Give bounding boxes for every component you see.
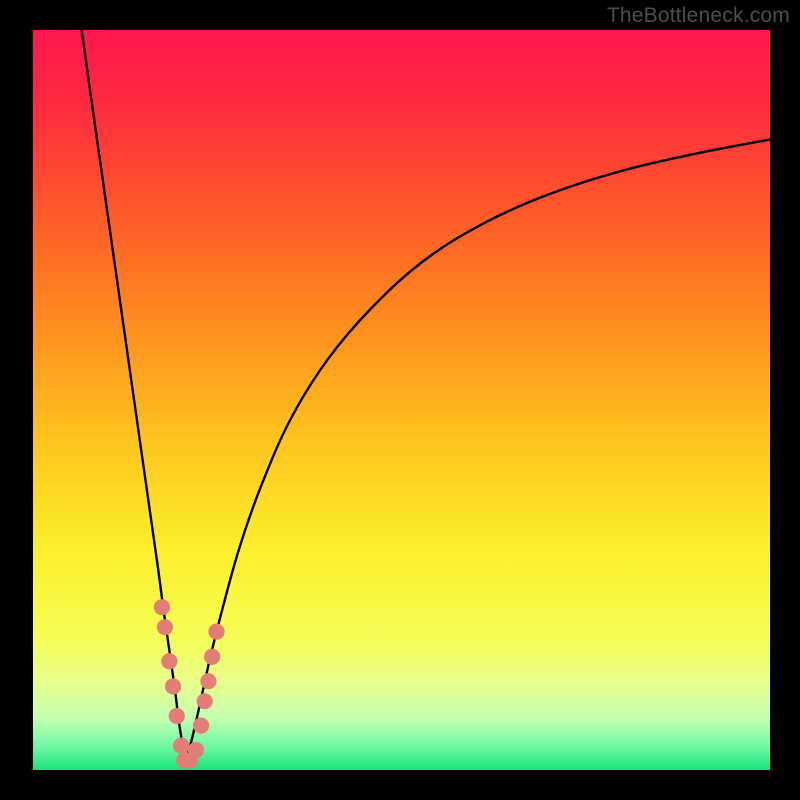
data-marker [161, 653, 177, 669]
data-marker [157, 619, 173, 635]
data-marker [204, 649, 220, 665]
chart-frame: TheBottleneck.com [0, 0, 800, 800]
plot-area [33, 30, 770, 770]
data-marker [193, 717, 209, 733]
data-marker [208, 624, 224, 640]
gradient-background [33, 30, 770, 770]
chart-svg [33, 30, 770, 770]
data-marker [169, 708, 185, 724]
data-marker [154, 599, 170, 615]
watermark-text: TheBottleneck.com [607, 4, 790, 28]
data-marker [200, 673, 216, 689]
data-marker [165, 678, 181, 694]
data-marker [188, 742, 204, 758]
data-marker [173, 737, 189, 753]
data-marker [197, 693, 213, 709]
